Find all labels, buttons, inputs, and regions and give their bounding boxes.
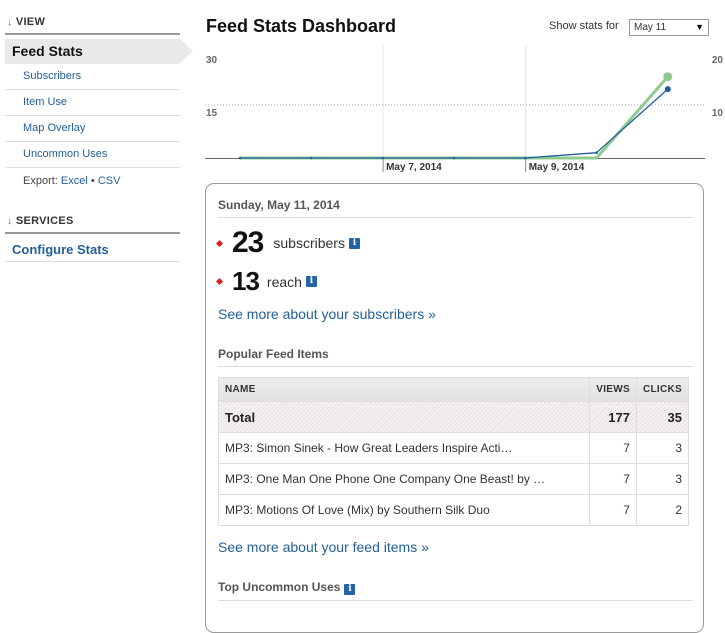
table-row[interactable]: MP3: One Man One Phone One Company One B… <box>217 463 690 495</box>
info-icon[interactable]: i <box>305 276 317 287</box>
right-axis-tick-label: 20 <box>712 55 724 66</box>
table-header-row: NAME VIEWS CLICKS <box>217 377 690 402</box>
stats-chart: May 7, 2014 May 9, 2014 30 15 20 10 <box>205 45 725 180</box>
data-point-reach <box>452 156 456 160</box>
total-views: 177 <box>589 401 637 433</box>
dropdown-caret-icon: ▼ <box>695 22 704 32</box>
data-point-reach <box>310 156 313 160</box>
sidebar-item-subscribers[interactable]: Subscribers <box>5 64 180 90</box>
services-heading: ↓ SERVICES <box>5 212 180 234</box>
column-header-views[interactable]: VIEWS <box>589 377 637 402</box>
subscribers-stat: 23 subscribers i <box>215 226 360 260</box>
column-header-clicks[interactable]: CLICKS <box>635 377 690 402</box>
see-more-feed-items-link[interactable]: See more about your feed items » <box>218 539 429 555</box>
view-heading: ↓ VIEW <box>5 13 180 35</box>
reach-stat: 13 reach i <box>215 266 317 297</box>
export-label: Export: <box>23 175 58 187</box>
total-name: Total <box>217 401 591 433</box>
show-stats-label: Show stats for <box>549 20 619 32</box>
data-point-reach <box>595 151 598 154</box>
total-row: Total 177 35 <box>217 401 690 433</box>
data-point-reach <box>523 156 527 160</box>
date-select[interactable]: May 11 ▼ <box>629 19 709 36</box>
top-uncommon-uses-label: Top Uncommon Uses <box>218 580 341 594</box>
date-select-value: May 11 <box>634 22 667 33</box>
x-tick-label: May 7, 2014 <box>386 162 442 173</box>
popular-items-table: NAME VIEWS CLICKS Total 177 35 MP3: Simo… <box>217 377 690 526</box>
sidebar-item-item-use[interactable]: Item Use <box>5 90 180 116</box>
sidebar-item-uncommon-uses[interactable]: Uncommon Uses <box>5 142 180 168</box>
reach-label: reach <box>266 273 302 290</box>
sidebar-item-map-overlay[interactable]: Map Overlay <box>5 116 180 142</box>
down-arrow-icon: ↓ <box>7 215 13 227</box>
data-point-reach <box>381 156 384 160</box>
summary-panel: Sunday, May 11, 2014 23 subscribers i 13… <box>205 183 704 633</box>
table-row[interactable]: MP3: Simon Sinek - How Great Leaders Ins… <box>217 432 690 464</box>
x-tick-label: May 9, 2014 <box>529 162 585 173</box>
bullet-icon <box>215 239 224 247</box>
info-icon[interactable]: i <box>344 584 356 595</box>
info-icon[interactable]: i <box>348 237 360 249</box>
sidebar: ↓ VIEW Feed Stats Subscribers Item Use Ma… <box>5 13 193 262</box>
down-arrow-icon: ↓ <box>7 16 13 28</box>
export-separator: • <box>90 175 95 187</box>
top-uncommon-uses-title: Top Uncommon Uses i <box>218 580 693 601</box>
sidebar-item-feed-stats[interactable]: Feed Stats <box>5 39 193 64</box>
page-title: Feed Stats Dashboard <box>206 16 397 36</box>
export-csv-link[interactable]: CSV <box>98 175 121 187</box>
services-heading-label: SERVICES <box>15 215 74 227</box>
item-name: MP3: Motions Of Love (Mix) by Southern S… <box>217 494 591 526</box>
data-point-subscribers <box>663 72 673 82</box>
item-clicks: 3 <box>635 432 690 464</box>
popular-feed-items-title: Popular Feed Items <box>218 347 693 367</box>
left-axis-tick-label: 30 <box>206 55 218 66</box>
subscribers-label: subscribers <box>273 235 345 251</box>
item-name: MP3: One Man One Phone One Company One B… <box>217 463 591 495</box>
item-name: MP3: Simon Sinek - How Great Leaders Ins… <box>217 432 591 464</box>
bullet-icon <box>215 277 224 286</box>
item-views: 7 <box>589 494 637 526</box>
summary-date: Sunday, May 11, 2014 <box>218 198 693 218</box>
item-views: 7 <box>589 432 637 464</box>
subscribers-value: 23 <box>232 226 264 259</box>
see-more-subscribers-link[interactable]: See more about your subscribers » <box>218 306 436 322</box>
view-heading-label: VIEW <box>15 16 46 28</box>
configure-stats-link[interactable]: Configure Stats <box>5 234 180 262</box>
data-point-reach <box>238 156 242 160</box>
chart-svg: May 7, 2014 May 9, 2014 30 15 20 10 <box>205 45 724 173</box>
export-excel-link[interactable]: Excel <box>61 175 88 187</box>
item-clicks: 3 <box>635 463 690 495</box>
item-views: 7 <box>589 463 637 495</box>
total-clicks: 35 <box>635 401 690 433</box>
export-row: Export: Excel • CSV <box>5 168 180 194</box>
column-header-name[interactable]: NAME <box>217 377 591 402</box>
reach-value: 13 <box>232 266 260 296</box>
data-point-reach <box>664 86 671 93</box>
right-axis-tick-label: 10 <box>712 108 724 119</box>
item-clicks: 2 <box>635 494 690 526</box>
left-axis-tick-label: 15 <box>206 108 218 119</box>
table-row[interactable]: MP3: Motions Of Love (Mix) by Southern S… <box>217 494 690 526</box>
